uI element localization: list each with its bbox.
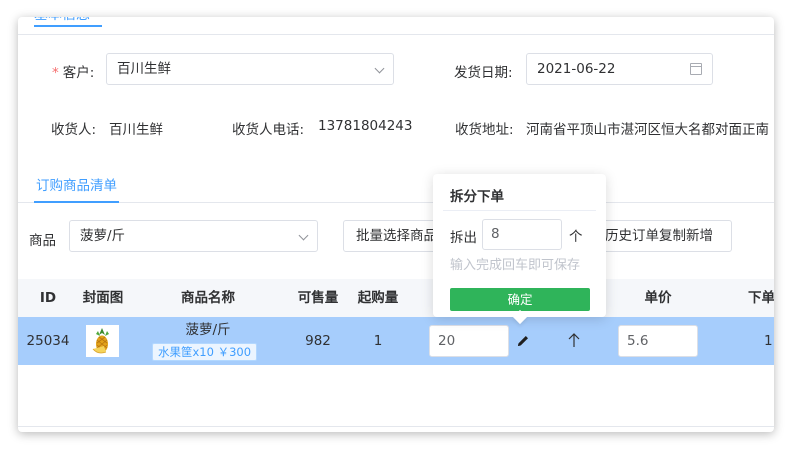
order-form-window: 基本信息 *客户: 百川生鲜 发货日期: 2021-06-22 收货人: 百川生… [18, 17, 774, 432]
row-available: 982 [305, 333, 331, 349]
col-id: ID [39, 290, 57, 306]
col-order: 下单 [748, 290, 774, 306]
goods-select-value: 菠萝/斤 [80, 228, 126, 244]
row-id: 25034 [26, 333, 70, 349]
row-order-count: 1 [764, 333, 773, 349]
ship-date-label: 发货日期: [454, 65, 513, 81]
required-mark: * [52, 65, 59, 81]
ship-date-value: 2021-06-22 [537, 61, 616, 77]
receiver-value: 百川生鲜 [109, 122, 163, 138]
popover-divider [443, 210, 596, 211]
chevron-down-icon [298, 230, 309, 241]
split-qty-input[interactable]: 8 [482, 219, 562, 250]
chevron-down-icon [374, 63, 385, 74]
split-order-popover: 拆分下单 拆出 8 个 输入完成回车即可保存 确定 [433, 174, 606, 325]
split-unit: 个 [569, 229, 583, 245]
col-cover: 封面图 [82, 290, 124, 306]
split-hint: 输入完成回车即可保存 [450, 258, 581, 273]
customer-label: * 客户: [52, 61, 94, 81]
table-bottom-border [18, 426, 774, 427]
table-header: ID 封面图 商品名称 可售量 起购量 单价 下单 [18, 279, 774, 317]
package-tag: 水果筐x10 ￥300 [152, 343, 258, 361]
col-available: 可售量 [297, 290, 339, 306]
goods-select[interactable]: 菠萝/斤 [69, 220, 318, 252]
popover-title: 拆分下单 [450, 189, 504, 205]
basic-info-tabbar: 基本信息 [18, 17, 774, 35]
customer-label-text: 客户: [62, 65, 95, 81]
copy-history-order-button[interactable]: 历史订单复制新增 [593, 220, 732, 252]
receiver-address-label: 收货地址: [455, 122, 514, 138]
price-input[interactable]: 5.6 [618, 325, 698, 357]
tab-basic-info[interactable]: 基本信息 [34, 17, 102, 27]
order-qty-input[interactable]: 20 [429, 325, 509, 357]
batch-select-button[interactable]: 批量选择商品 [343, 220, 443, 252]
table-row[interactable]: 25034 菠萝/斤 水果筐x10 ￥300 982 1 20 5.6 1 [18, 317, 774, 365]
pencil-icon[interactable] [516, 334, 530, 348]
goods-tabbar: 订购商品清单 [18, 174, 774, 203]
goods-label: 商品 [29, 233, 56, 249]
row-min-qty: 1 [373, 333, 383, 349]
receiver-address-value: 河南省平顶山市湛河区恒大名都对面正南 [526, 122, 769, 138]
confirm-button[interactable]: 确定 [450, 288, 590, 311]
tab-order-goods[interactable]: 订购商品清单 [34, 174, 119, 203]
pineapple-image [86, 325, 119, 357]
receiver-phone-label: 收货人电话: [232, 122, 305, 138]
receiver-phone-value: 13781804243 [318, 118, 413, 134]
calendar-icon [690, 63, 702, 75]
customer-value: 百川生鲜 [117, 61, 171, 77]
receiver-label: 收货人: [51, 122, 97, 138]
customer-select[interactable]: 百川生鲜 [106, 53, 394, 85]
col-min-qty: 起购量 [357, 290, 399, 306]
arrow-up-icon[interactable] [568, 333, 580, 348]
split-label: 拆出 [450, 230, 477, 246]
ship-date-picker[interactable]: 2021-06-22 [526, 53, 713, 85]
col-price: 单价 [644, 290, 672, 306]
